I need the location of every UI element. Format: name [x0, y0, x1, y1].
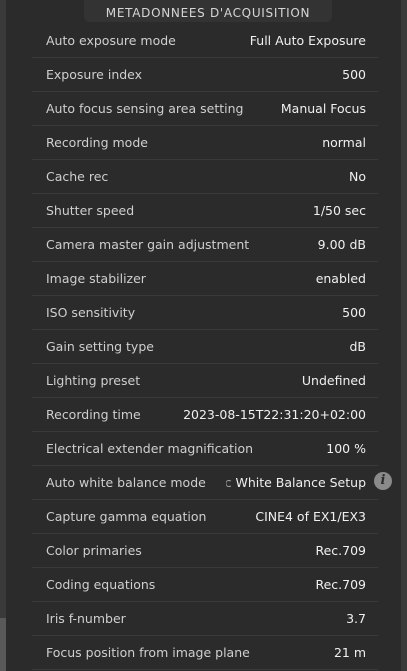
- metadata-value: normal: [322, 135, 366, 150]
- metadata-label: Image stabilizer: [46, 271, 146, 286]
- metadata-value: 500: [342, 305, 366, 320]
- panel-title: METADONNEES D'ACQUISITION: [84, 0, 332, 22]
- metadata-label: Recording mode: [46, 135, 148, 150]
- metadata-value: 100 %: [326, 441, 366, 456]
- metadata-row-capture-gamma: Capture gamma equation CINE4 of EX1/EX3: [32, 500, 378, 534]
- metadata-value: enabled: [315, 271, 366, 286]
- metadata-label: Focus position from image plane: [46, 645, 250, 660]
- metadata-label: Color primaries: [46, 543, 142, 558]
- metadata-label: ISO sensitivity: [46, 305, 136, 320]
- metadata-value: dB: [349, 339, 366, 354]
- metadata-value: CINE4 of EX1/EX3: [255, 509, 366, 524]
- metadata-row-iso-sensitivity: ISO sensitivity 500: [32, 296, 378, 330]
- metadata-value: Rec.709: [315, 543, 366, 558]
- metadata-label: Auto focus sensing area setting: [46, 101, 244, 116]
- metadata-value: Full Auto Exposure: [249, 33, 366, 48]
- metadata-row-extender-magnification: Electrical extender magnification 100 %: [32, 432, 378, 466]
- info-icon[interactable]: i: [374, 472, 392, 490]
- metadata-label: Camera master gain adjustment: [46, 237, 250, 252]
- metadata-list: Auto exposure mode Full Auto Exposure Ex…: [32, 24, 378, 670]
- metadata-label: Recording time: [46, 407, 141, 422]
- metadata-value: 21 m: [333, 645, 366, 660]
- metadata-row-lighting-preset: Lighting preset Undefined: [32, 364, 378, 398]
- left-scrollbar-track: [0, 0, 6, 671]
- metadata-value-truncated: Automatic White Balance Setup: [226, 466, 366, 500]
- metadata-value: 9.00 dB: [317, 237, 366, 252]
- metadata-value: Automatic White Balance Setup: [226, 475, 366, 490]
- metadata-row-recording-time: Recording time 2023-08-15T22:31:20+02:00: [32, 398, 378, 432]
- metadata-row-auto-focus-area: Auto focus sensing area setting Manual F…: [32, 92, 378, 126]
- metadata-label: Coding equations: [46, 577, 156, 592]
- metadata-row-exposure-index: Exposure index 500: [32, 58, 378, 92]
- metadata-row-auto-white-balance: Auto white balance mode Automatic White …: [32, 466, 378, 500]
- metadata-value: 1/50 sec: [312, 203, 366, 218]
- metadata-value: 2023-08-15T22:31:20+02:00: [183, 407, 366, 422]
- metadata-row-master-gain: Camera master gain adjustment 9.00 dB: [32, 228, 378, 262]
- metadata-row-gain-setting-type: Gain setting type dB: [32, 330, 378, 364]
- metadata-label: Cache rec: [46, 169, 109, 184]
- metadata-label: Iris f-number: [46, 611, 126, 626]
- left-scrollbar-thumb[interactable]: [0, 618, 6, 671]
- metadata-row-coding-equations: Coding equations Rec.709: [32, 568, 378, 602]
- metadata-label: Electrical extender magnification: [46, 441, 254, 456]
- metadata-label: Exposure index: [46, 67, 143, 82]
- metadata-value: Undefined: [301, 373, 366, 388]
- metadata-value: Manual Focus: [280, 101, 366, 116]
- metadata-label: Capture gamma equation: [46, 509, 207, 524]
- metadata-value: Rec.709: [315, 577, 366, 592]
- metadata-row-image-stabilizer: Image stabilizer enabled: [32, 262, 378, 296]
- right-scrollbar-track[interactable]: [401, 0, 407, 671]
- metadata-row-cache-rec: Cache rec No: [32, 160, 378, 194]
- metadata-label: Lighting preset: [46, 373, 141, 388]
- metadata-label: Auto exposure mode: [46, 33, 176, 48]
- metadata-value: 500: [342, 67, 366, 82]
- acquisition-metadata-panel: METADONNEES D'ACQUISITION Auto exposure …: [0, 0, 407, 671]
- metadata-label: Gain setting type: [46, 339, 154, 354]
- metadata-value: 3.7: [346, 611, 366, 626]
- metadata-label: Auto white balance mode: [46, 475, 206, 490]
- metadata-label: Shutter speed: [46, 203, 135, 218]
- metadata-row-shutter-speed: Shutter speed 1/50 sec: [32, 194, 378, 228]
- metadata-row-color-primaries: Color primaries Rec.709: [32, 534, 378, 568]
- metadata-row-auto-exposure-mode: Auto exposure mode Full Auto Exposure: [32, 24, 378, 58]
- metadata-value: No: [349, 169, 366, 184]
- metadata-row-iris-f-number: Iris f-number 3.7: [32, 602, 378, 636]
- metadata-row-recording-mode: Recording mode normal: [32, 126, 378, 160]
- metadata-row-focus-position: Focus position from image plane 21 m: [32, 636, 378, 670]
